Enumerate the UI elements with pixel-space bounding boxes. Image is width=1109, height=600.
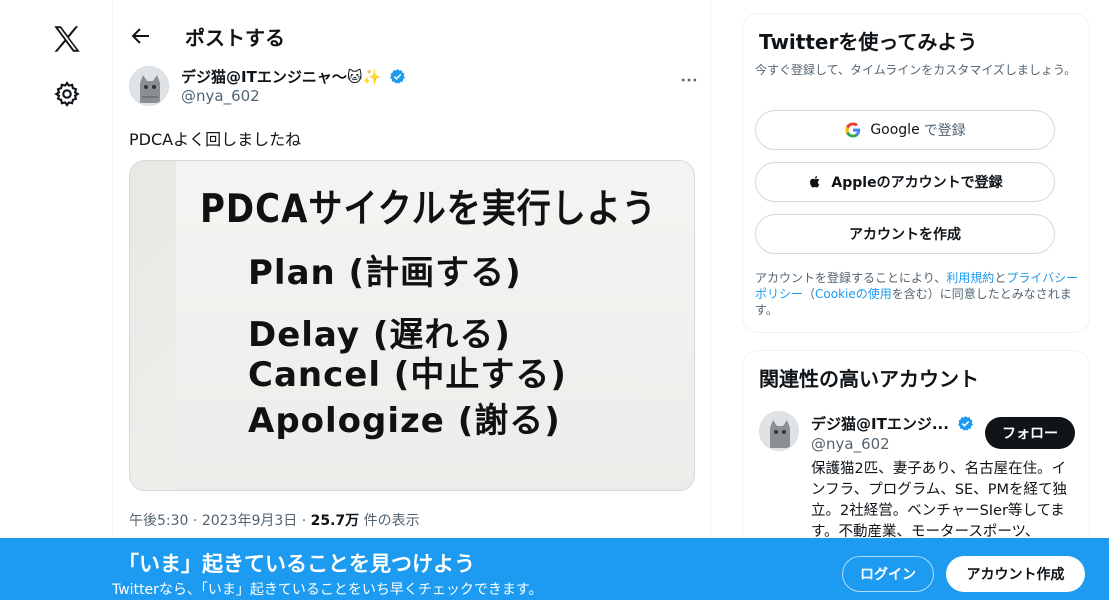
post-text: PDCAよく回しましたね (129, 130, 302, 149)
related-accounts-title: 関連性の高いアカウント (759, 367, 979, 391)
post-date[interactable]: 2023年9月3日 (202, 513, 297, 529)
signup-card: Twitterを使ってみよう 今すぐ登録して、タイムラインをカスタマイズしましょ… (742, 13, 1090, 333)
post-image[interactable]: PDCAサイクルを実行しよう Plan (計画する) Delay (遅れる) C… (129, 160, 695, 491)
apple-signup-button[interactable]: Appleのアカウントで登録 (755, 162, 1055, 202)
post-time[interactable]: 午後5:30 (129, 513, 188, 529)
gear-icon[interactable] (53, 80, 81, 108)
cat-avatar-icon (760, 412, 798, 450)
login-button[interactable]: ログイン (842, 556, 934, 592)
more-options-icon[interactable] (679, 70, 699, 90)
related-account-bio: 保護猫2匹、妻子あり、名古屋在住。インフラ、プログラム、SE、PMを経て独立。2… (811, 461, 1067, 540)
banner-subtitle: Twitterなら、「いま」起きていることをいち早くチェックできます。 (112, 582, 543, 598)
bottom-banner: 「いま」起きていることを見つけよう Twitterなら、「いま」起きていることを… (0, 538, 1109, 600)
related-account-handle[interactable]: @nya_602 (811, 435, 890, 453)
views-count: 25.7万 (310, 513, 360, 529)
cat-avatar-icon (130, 67, 168, 105)
post-author: デジ猫@ITエンジニャ〜🐱✨ @nya_602 (129, 64, 699, 112)
follow-button[interactable]: フォロー (985, 417, 1075, 449)
arrow-left-icon[interactable] (129, 24, 153, 48)
views-label: 件の表示 (363, 513, 420, 529)
post-meta: 午後5:30 · 2023年9月3日 · 25.7万 件の表示 (129, 513, 420, 529)
apple-icon (810, 176, 820, 188)
avatar[interactable] (759, 411, 799, 451)
create-account-button[interactable]: アカウントを作成 (755, 214, 1055, 254)
author-handle[interactable]: @nya_602 (181, 87, 260, 105)
banner-title: 「いま」起きていることを見つけよう (118, 552, 475, 576)
signup-card-title: Twitterを使ってみよう (759, 30, 978, 54)
author-name[interactable]: デジ猫@ITエンジニャ〜🐱✨ (181, 66, 406, 87)
terms-notice: アカウントを登録することにより、利用規約とプライバシーポリシー（Cookieの使… (755, 271, 1079, 317)
cookie-link[interactable]: Cookieの使用 (815, 287, 892, 301)
x-logo-icon[interactable] (50, 22, 84, 56)
signup-button[interactable]: アカウント作成 (946, 556, 1085, 592)
image-text-line: PDCAサイクルを実行しよう (200, 186, 657, 233)
verified-badge-icon (958, 416, 974, 431)
avatar[interactable] (129, 66, 169, 106)
post-header: ポストする (113, 0, 712, 72)
image-text-line: Plan (計画する) (248, 253, 522, 293)
verified-badge-icon (390, 69, 406, 84)
google-icon (845, 122, 861, 138)
google-signup-button[interactable]: Google で登録 (755, 110, 1055, 150)
image-text-line: Apologize (謝る) (248, 401, 561, 441)
left-nav (0, 0, 112, 600)
image-text-line: Cancel (中止する) (248, 355, 567, 395)
related-account-name[interactable]: デジ猫@ITエンジ... (811, 413, 974, 434)
signup-card-subtitle: 今すぐ登録して、タイムラインをカスタマイズしましょう。 (755, 63, 1077, 77)
main-column: ポストする デジ猫@ITエンジニャ〜🐱✨ @nya_602 PDCAよく回しまし… (112, 0, 711, 600)
terms-link[interactable]: 利用規約 (946, 271, 994, 285)
app-root: ポストする デジ猫@ITエンジニャ〜🐱✨ @nya_602 PDCAよく回しまし… (0, 0, 1109, 600)
page-title: ポストする (185, 26, 285, 50)
